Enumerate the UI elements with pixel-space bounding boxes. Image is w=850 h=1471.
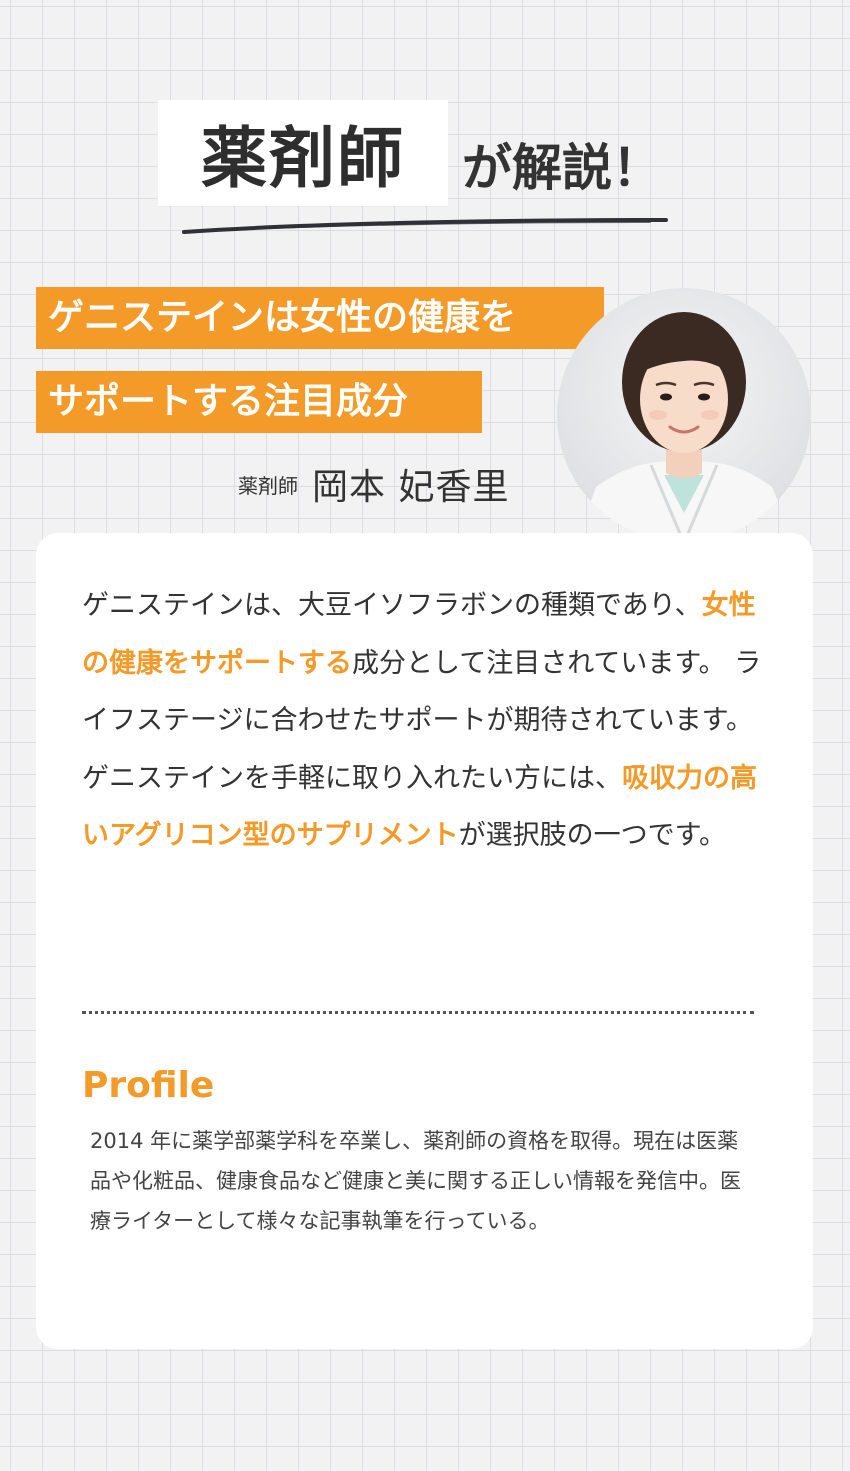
pharmacist-portrait: [557, 288, 811, 542]
author-role: 薬剤師: [238, 473, 298, 498]
dotted-divider: [82, 1011, 754, 1014]
heading-highlight-box: 薬剤師: [158, 100, 448, 206]
body-text-1a: ゲニステインは、大豆イソフラボンの種類であり、: [82, 590, 702, 621]
profile-heading: Profile: [82, 1065, 215, 1106]
body-text-2a: ゲニステインを手軽に取り入れたい方には、: [82, 762, 622, 794]
content-card: ゲニステインは、大豆イソフラボンの種類であり、女性の健康をサポートする成分として…: [36, 533, 813, 1349]
heading-rest-text: が解説！: [462, 139, 662, 197]
body-text-2b: が選択肢の一つです。: [458, 820, 726, 851]
title-line-2: サポートする注目成分: [36, 371, 482, 433]
title-line-1: ゲニステインは女性の健康を: [36, 287, 604, 349]
brush-underline: [182, 218, 668, 234]
author-name: 岡本 妃香里: [312, 467, 510, 508]
author-name-row: 薬剤師 岡本 妃香里: [238, 458, 509, 510]
explanation-text: ゲニステインは、大豆イソフラボンの種類であり、女性の健康をサポートする成分として…: [82, 577, 762, 865]
heading-strong-text: 薬剤師: [201, 120, 405, 197]
profile-text: 2014 年に薬学部薬学科を卒業し、薬剤師の資格を取得。現在は医薬品や化粧品、健…: [90, 1129, 741, 1233]
